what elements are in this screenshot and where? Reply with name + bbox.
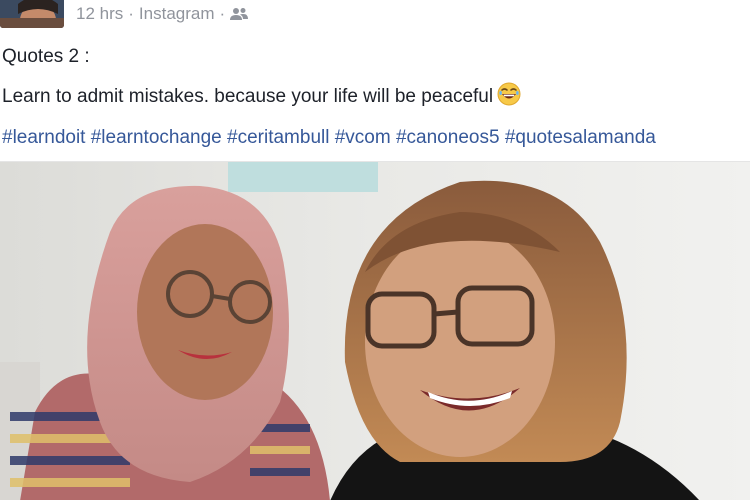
- quote-title: Quotes 2 :: [2, 46, 90, 67]
- post-text: Quotes 2 : Learn to admit mistakes. beca…: [2, 44, 748, 150]
- post-photo[interactable]: [0, 161, 750, 500]
- facebook-post: 12 hrs · Instagram · Quotes 2 : Learn to…: [0, 0, 750, 500]
- hashtag-learndoit[interactable]: #learndoit: [2, 127, 85, 148]
- meta-separator: ·: [128, 4, 134, 23]
- hashtag-learntochange[interactable]: #learntochange: [91, 127, 222, 148]
- hashtag-ceritambull[interactable]: #ceritambull: [227, 127, 329, 148]
- quote-body: Learn to admit mistakes. because your li…: [2, 86, 494, 107]
- friends-icon[interactable]: [230, 7, 249, 21]
- hashtag-quotesalamanda[interactable]: #quotesalamanda: [505, 127, 656, 148]
- post-meta: 12 hrs · Instagram ·: [76, 3, 249, 25]
- hashtag-vcom[interactable]: #vcom: [335, 127, 391, 148]
- author-avatar[interactable]: [0, 0, 64, 28]
- post-source-link[interactable]: Instagram: [139, 4, 215, 24]
- quote-body-line: Learn to admit mistakes. because your li…: [2, 82, 748, 113]
- meta-separator: ·: [219, 4, 226, 23]
- laughing-face-icon: [497, 82, 521, 113]
- post-header: 12 hrs · Instagram ·: [0, 0, 750, 30]
- post-timestamp-link[interactable]: 12 hrs: [76, 4, 123, 24]
- photo-illustration: [0, 162, 750, 500]
- hashtag-line: #learndoit #learntochange #ceritambull #…: [2, 125, 748, 150]
- hashtag-canoneos5[interactable]: #canoneos5: [396, 127, 500, 148]
